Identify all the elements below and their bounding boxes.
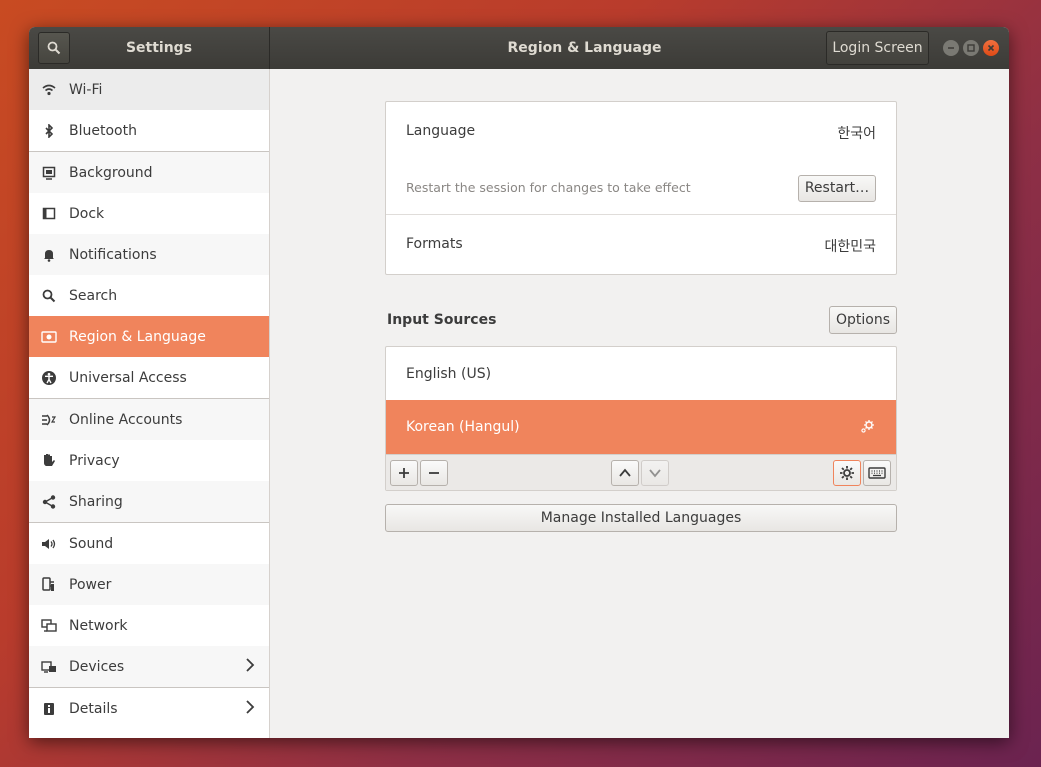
sidebar-item-label: Wi-Fi	[69, 81, 103, 98]
hand-icon	[41, 453, 57, 469]
sidebar-item-sound[interactable]: Sound	[29, 523, 269, 564]
input-source-row[interactable]: Korean (Hangul)	[386, 400, 896, 454]
settings-window: Settings Region & Language Login Screen …	[29, 27, 1009, 738]
formats-label: Formats	[406, 236, 463, 252]
info-icon	[41, 701, 57, 717]
power-plug-icon	[41, 577, 57, 593]
bell-icon	[41, 247, 57, 263]
minimize-button[interactable]	[943, 40, 959, 56]
background-icon	[41, 165, 57, 181]
minimize-icon	[948, 47, 954, 49]
chevron-right-icon	[246, 658, 255, 672]
sidebar-item-label: Devices	[69, 658, 125, 675]
app-title: Settings	[125, 40, 193, 56]
speaker-icon	[41, 536, 57, 552]
sidebar-item-label: Bluetooth	[69, 122, 137, 139]
maximize-button[interactable]	[963, 40, 979, 56]
move-up-button[interactable]	[611, 460, 639, 486]
devices-icon	[41, 659, 57, 675]
accessibility-icon	[41, 370, 57, 386]
manage-installed-languages-button[interactable]: Manage Installed Languages	[385, 504, 897, 532]
chevron-up-icon	[619, 468, 631, 477]
content-header: Region & Language Login Screen	[270, 27, 1009, 69]
online-accounts-icon	[41, 412, 57, 428]
add-input-source-button[interactable]	[390, 460, 418, 486]
sidebar-item-details[interactable]: Details	[29, 688, 269, 729]
wifi-icon	[41, 82, 57, 98]
sidebar-item-label: Sharing	[69, 493, 123, 510]
sidebar-item-label: Search	[69, 287, 118, 304]
input-source-settings-button[interactable]	[833, 460, 861, 486]
show-keyboard-layout-button[interactable]	[863, 460, 891, 486]
sidebar-item-label: Notifications	[69, 246, 157, 263]
input-sources-list: English (US) Korean (Hangul)	[385, 346, 897, 491]
gear-icon	[861, 420, 874, 433]
sidebar-item-search[interactable]: Search	[29, 275, 269, 316]
sidebar-item-label: Power	[69, 576, 112, 593]
dock-icon	[41, 206, 57, 222]
sidebar-item-label: Sound	[69, 535, 114, 552]
close-button[interactable]	[983, 40, 999, 56]
bluetooth-icon	[41, 123, 57, 139]
sidebar-item-wifi[interactable]: Wi-Fi	[29, 69, 269, 110]
sidebar-item-label: Region & Language	[69, 328, 206, 345]
keyboard-icon	[868, 467, 886, 479]
sidebar-item-devices[interactable]: Devices	[29, 646, 269, 687]
search-icon	[41, 288, 57, 304]
sidebar-item-label: Background	[69, 164, 153, 181]
sidebar-header: Settings	[29, 27, 270, 69]
sidebar-item-label: Universal Access	[69, 369, 187, 386]
search-button[interactable]	[38, 32, 70, 64]
network-icon	[41, 618, 57, 634]
sidebar-item-bluetooth[interactable]: Bluetooth	[29, 110, 269, 151]
sidebar-item-label: Privacy	[69, 452, 120, 469]
sidebar-item-network[interactable]: Network	[29, 605, 269, 646]
language-row[interactable]: Language 한국어	[386, 102, 896, 162]
sidebar-item-privacy[interactable]: Privacy	[29, 440, 269, 481]
move-down-button[interactable]	[641, 460, 669, 486]
input-source-row[interactable]: English (US)	[386, 347, 896, 400]
share-icon	[41, 494, 57, 510]
formats-row[interactable]: Formats 대한민국	[386, 215, 896, 274]
sidebar-item-notifications[interactable]: Notifications	[29, 234, 269, 275]
sidebar: Wi-Fi Bluetooth Background Dock Notifica…	[29, 69, 270, 738]
restart-hint: Restart the session for changes to take …	[406, 180, 691, 195]
search-icon	[47, 41, 61, 55]
chevron-down-icon	[649, 469, 661, 478]
close-icon	[987, 44, 995, 52]
chevron-right-icon	[246, 700, 255, 714]
options-button[interactable]: Options	[829, 306, 897, 334]
sidebar-item-sharing[interactable]: Sharing	[29, 481, 269, 522]
restart-button[interactable]: Restart…	[798, 175, 876, 202]
remove-input-source-button[interactable]	[420, 460, 448, 486]
sidebar-item-region-language[interactable]: Region & Language	[29, 316, 269, 357]
formats-value: 대한민국	[824, 239, 876, 255]
content-area: Language 한국어 Restart the session for cha…	[270, 69, 1009, 738]
input-sources-toolbar	[386, 454, 896, 490]
maximize-icon	[967, 44, 975, 52]
sidebar-item-background[interactable]: Background	[29, 152, 269, 193]
sidebar-item-power[interactable]: Power	[29, 564, 269, 605]
sidebar-item-dock[interactable]: Dock	[29, 193, 269, 234]
language-label: Language	[406, 123, 476, 139]
sidebar-item-label: Network	[69, 617, 128, 634]
language-value: 한국어	[837, 126, 876, 142]
login-screen-button[interactable]: Login Screen	[826, 31, 929, 65]
plus-icon	[399, 468, 409, 478]
sidebar-item-universal-access[interactable]: Universal Access	[29, 357, 269, 398]
sidebar-item-label: Details	[69, 700, 118, 717]
sidebar-item-label: Online Accounts	[69, 411, 183, 428]
header-bar: Settings Region & Language Login Screen	[29, 27, 1009, 69]
minus-icon	[429, 472, 439, 474]
input-sources-heading: Input Sources	[387, 312, 497, 328]
input-source-label: Korean (Hangul)	[406, 419, 520, 435]
region-flag-icon	[41, 329, 57, 345]
input-source-label: English (US)	[406, 365, 492, 382]
gear-icon	[840, 466, 854, 480]
sidebar-item-online-accounts[interactable]: Online Accounts	[29, 399, 269, 440]
language-panel: Language 한국어 Restart the session for cha…	[385, 101, 897, 275]
sidebar-item-label: Dock	[69, 205, 105, 222]
